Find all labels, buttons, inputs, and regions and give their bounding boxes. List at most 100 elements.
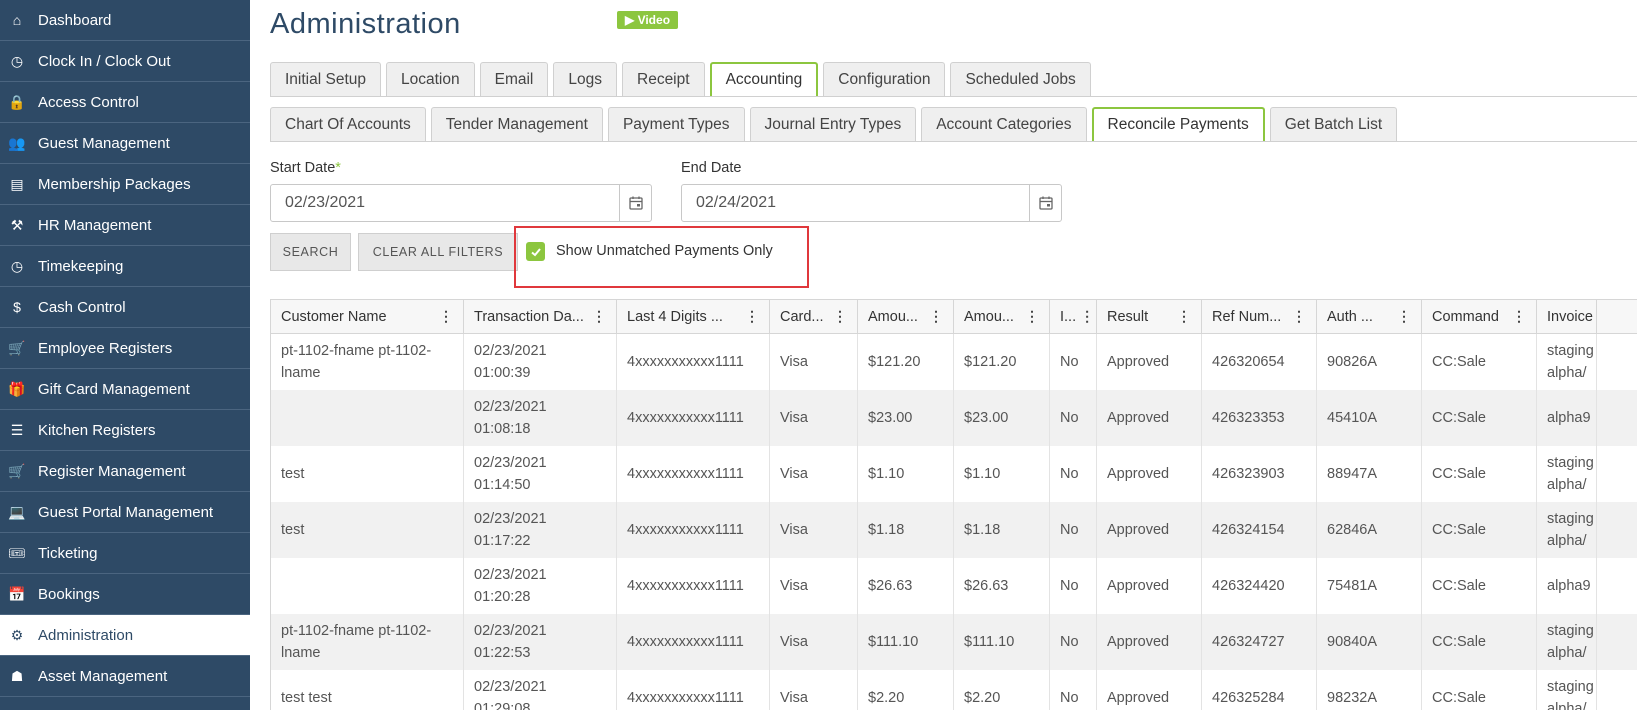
- column-header[interactable]: Command ⋮: [1422, 300, 1537, 333]
- table-cell: Approved: [1097, 502, 1202, 558]
- column-header[interactable]: I... ⋮: [1050, 300, 1097, 333]
- search-button[interactable]: SEARCH: [270, 233, 351, 271]
- calendar-icon[interactable]: [619, 185, 651, 221]
- end-date-field[interactable]: 02/24/2021: [681, 184, 1062, 222]
- column-menu-icon[interactable]: ⋮: [745, 308, 759, 325]
- column-menu-icon[interactable]: ⋮: [592, 308, 606, 325]
- table-row[interactable]: test 02/23/2021 01:17:22 4xxxxxxxxxxx1111 V…: [270, 502, 1637, 558]
- clear-filters-button[interactable]: CLEAR ALL FILTERS: [358, 233, 518, 271]
- column-menu-icon[interactable]: ⋮: [1025, 308, 1039, 325]
- tab-receipt[interactable]: Receipt: [622, 62, 705, 96]
- sidebar-item-label: Bookings: [38, 585, 100, 603]
- column-menu-icon[interactable]: ⋮: [1177, 308, 1191, 325]
- hr-icon: ⚒: [10, 216, 24, 233]
- tab-get-batch-list[interactable]: Get Batch List: [1269, 107, 1398, 141]
- tab-payment-types[interactable]: Payment Types: [607, 107, 745, 141]
- main-content: Administration ▶ Video Initial Setup Loca…: [270, 0, 1637, 710]
- sidebar-item-hr-management[interactable]: ⚒ HR Management: [0, 205, 250, 246]
- sidebar-item-bookings[interactable]: 📅 Bookings: [0, 574, 250, 615]
- table-cell: 426325284: [1202, 670, 1317, 710]
- tab-configuration[interactable]: Configuration: [823, 62, 946, 96]
- sidebar-item-guest-management[interactable]: 👥 Guest Management: [0, 123, 250, 164]
- sidebar-item-ticketing[interactable]: 🎟 Ticketing: [0, 533, 250, 574]
- column-header-label: Last 4 Digits ...: [627, 308, 723, 325]
- table-row[interactable]: pt-1102-fname pt-1102-lname 02/23/2021 01…: [270, 334, 1637, 390]
- table-cell: alpha9: [1537, 558, 1597, 614]
- table-cell: $111.10: [954, 614, 1050, 670]
- table-row[interactable]: 02/23/2021 01:08:18 4xxxxxxxxxxx1111 Visa $…: [270, 390, 1637, 446]
- column-menu-icon[interactable]: ⋮: [1292, 308, 1306, 325]
- column-header[interactable]: Ref Num... ⋮: [1202, 300, 1317, 333]
- tab-initial-setup[interactable]: Initial Setup: [270, 62, 381, 96]
- tab-chart-of-accounts[interactable]: Chart Of Accounts: [270, 107, 426, 141]
- video-button[interactable]: ▶ Video: [617, 11, 679, 29]
- tab-accounting[interactable]: Accounting: [709, 62, 819, 96]
- table-cell: 75481A: [1317, 558, 1422, 614]
- table-cell: Visa: [770, 390, 858, 446]
- unmatched-label[interactable]: Show Unmatched Payments Only: [556, 243, 773, 259]
- table-cell: 45410A: [1317, 390, 1422, 446]
- tab-scheduled-jobs[interactable]: Scheduled Jobs: [950, 62, 1091, 96]
- sidebar-item-access-control[interactable]: 🔒 Access Control: [0, 82, 250, 123]
- table-cell: staging alpha/: [1537, 614, 1597, 670]
- sidebar-item-kitchen-registers[interactable]: ☰ Kitchen Registers: [0, 410, 250, 451]
- packages-icon: ▤: [10, 175, 24, 192]
- calendar-icon[interactable]: [1029, 185, 1061, 221]
- sidebar-item-asset-management[interactable]: ☗ Asset Management: [0, 656, 250, 697]
- table-cell: test: [270, 502, 464, 558]
- sidebar-item-clock-in-clock-out[interactable]: ◷ Clock In / Clock Out: [0, 41, 250, 82]
- table-cell: Approved: [1097, 446, 1202, 502]
- column-header[interactable]: Invoice: [1537, 300, 1597, 333]
- column-menu-icon[interactable]: ⋮: [833, 308, 847, 325]
- sidebar-item-timekeeping[interactable]: ◷ Timekeeping: [0, 246, 250, 287]
- column-menu-icon[interactable]: ⋮: [1397, 308, 1411, 325]
- sidebar-item-membership-packages[interactable]: ▤ Membership Packages: [0, 164, 250, 205]
- sidebar-item-cash-control[interactable]: $ Cash Control: [0, 287, 250, 328]
- column-header[interactable]: Last 4 Digits ... ⋮: [617, 300, 770, 333]
- tab-reconcile-payments[interactable]: Reconcile Payments: [1091, 107, 1265, 141]
- tab-tender-management[interactable]: Tender Management: [430, 107, 603, 141]
- sidebar-item-register-management[interactable]: 🛒 Register Management: [0, 451, 250, 492]
- lock-icon: 🔒: [8, 93, 26, 110]
- table-cell: $1.18: [954, 502, 1050, 558]
- tab-journal-entry-types[interactable]: Journal Entry Types: [749, 107, 917, 141]
- column-header[interactable]: Amou... ⋮: [858, 300, 954, 333]
- end-date-value[interactable]: 02/24/2021: [682, 185, 1029, 221]
- table-cell: No: [1050, 670, 1097, 710]
- table-cell: staging alpha/: [1537, 446, 1597, 502]
- table-cell: Approved: [1097, 670, 1202, 710]
- tab-account-categories[interactable]: Account Categories: [921, 107, 1087, 141]
- secondary-tabs: Chart Of Accounts Tender Management Paymen…: [270, 107, 1398, 141]
- table-row[interactable]: test 02/23/2021 01:14:50 4xxxxxxxxxxx1111 V…: [270, 446, 1637, 502]
- sidebar-item-label: Cash Control: [38, 298, 126, 316]
- table-row[interactable]: pt-1102-fname pt-1102-lname 02/23/2021 01…: [270, 614, 1637, 670]
- sidebar-item-employee-registers[interactable]: 🛒 Employee Registers: [0, 328, 250, 369]
- column-header[interactable]: Card... ⋮: [770, 300, 858, 333]
- column-menu-icon[interactable]: ⋮: [1080, 308, 1094, 325]
- table-cell: [270, 558, 464, 614]
- table-row[interactable]: test test 02/23/2021 01:29:08 4xxxxxxxxxxx…: [270, 670, 1637, 710]
- sidebar-item-guest-portal-management[interactable]: 💻 Guest Portal Management: [0, 492, 250, 533]
- tab-location[interactable]: Location: [386, 62, 475, 96]
- table-cell: Approved: [1097, 614, 1202, 670]
- column-menu-icon[interactable]: ⋮: [1512, 308, 1526, 325]
- column-menu-icon[interactable]: ⋮: [439, 308, 453, 325]
- tab-logs[interactable]: Logs: [553, 62, 617, 96]
- column-header[interactable]: Auth ... ⋮: [1317, 300, 1422, 333]
- table-row[interactable]: 02/23/2021 01:20:28 4xxxxxxxxxxx1111 Visa $…: [270, 558, 1637, 614]
- column-header[interactable]: Customer Name ⋮: [270, 300, 464, 333]
- table-cell: 426323903: [1202, 446, 1317, 502]
- sidebar-item-gift-card-management[interactable]: 🎁 Gift Card Management: [0, 369, 250, 410]
- start-date-field[interactable]: 02/23/2021: [270, 184, 652, 222]
- column-header[interactable]: Result ⋮: [1097, 300, 1202, 333]
- table-cell: 62846A: [1317, 502, 1422, 558]
- sidebar-item-dashboard[interactable]: ⌂ Dashboard: [0, 0, 250, 41]
- table-cell: $121.20: [858, 334, 954, 390]
- column-header[interactable]: Transaction Da... ⋮: [464, 300, 617, 333]
- column-header[interactable]: Amou... ⋮: [954, 300, 1050, 333]
- column-menu-icon[interactable]: ⋮: [929, 308, 943, 325]
- sidebar-item-administration[interactable]: ⚙ Administration: [0, 615, 250, 656]
- tab-email[interactable]: Email: [479, 62, 549, 96]
- start-date-value[interactable]: 02/23/2021: [271, 185, 619, 221]
- unmatched-checkbox[interactable]: [526, 242, 545, 261]
